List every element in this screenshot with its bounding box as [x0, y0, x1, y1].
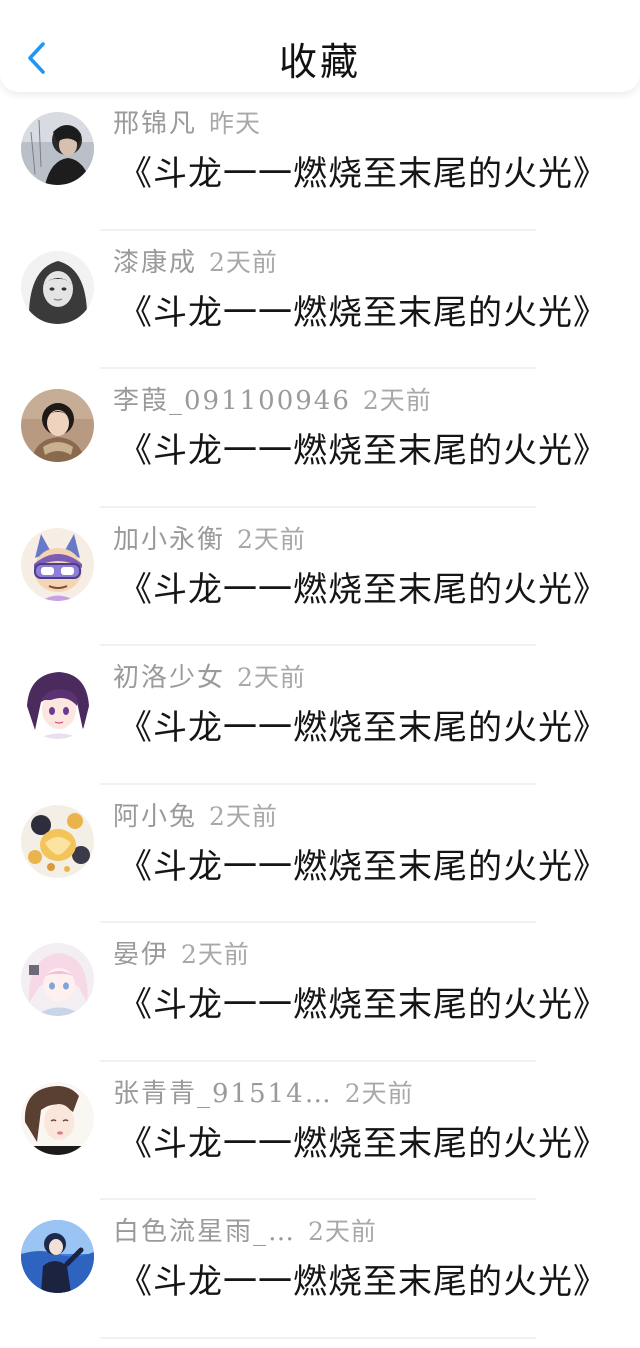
list-item[interactable]: 晏伊 2天前 《斗龙一一燃烧至末尾的火光》 [0, 923, 640, 1062]
user-meta: 加小永衡 2天前 [113, 522, 306, 558]
list-item[interactable]: 初洛少女 2天前 《斗龙一一燃烧至末尾的火光》 [0, 646, 640, 785]
avatar[interactable] [21, 1220, 94, 1293]
book-title[interactable]: 《斗龙一一燃烧至末尾的火光》 [118, 289, 608, 337]
divider [100, 1336, 536, 1339]
username[interactable]: 加小永衡 [113, 525, 225, 555]
book-title[interactable]: 《斗龙一一燃烧至末尾的火光》 [118, 427, 608, 475]
username[interactable]: 阿小兔 [113, 802, 197, 832]
user-meta: 漆康成 2天前 [113, 245, 278, 281]
list-item[interactable]: 漆康成 2天前 《斗龙一一燃烧至末尾的火光》 [0, 231, 640, 369]
timestamp: 2天前 [237, 663, 306, 692]
avatar[interactable] [21, 112, 94, 185]
avatar[interactable] [21, 1081, 94, 1155]
user-meta: 白色流星雨_… 2天前 [113, 1214, 377, 1250]
list-item[interactable]: 白色流星雨_… 2天前 《斗龙一一燃烧至末尾的火光》 [0, 1200, 640, 1339]
list-item[interactable]: 邢锦凡 昨天 《斗龙一一燃烧至末尾的火光》 [0, 92, 640, 231]
username[interactable]: 张青青_91514… [113, 1079, 333, 1109]
user-meta: 初洛少女 2天前 [113, 660, 306, 696]
list-item[interactable]: 加小永衡 2天前 《斗龙一一燃烧至末尾的火光》 [0, 508, 640, 646]
timestamp: 昨天 [209, 109, 262, 138]
avatar[interactable] [21, 804, 94, 878]
avatar[interactable] [21, 389, 94, 462]
timestamp: 2天前 [362, 386, 432, 415]
username[interactable]: 邢锦凡 [113, 109, 197, 139]
timestamp: 2天前 [237, 524, 306, 554]
avatar[interactable] [21, 666, 94, 739]
book-title[interactable]: 《斗龙一一燃烧至末尾的火光》 [118, 1258, 608, 1306]
username[interactable]: 晏伊 [113, 940, 169, 970]
book-title[interactable]: 《斗龙一一燃烧至末尾的火光》 [118, 150, 608, 198]
avatar[interactable] [21, 943, 94, 1016]
timestamp: 2天前 [181, 940, 250, 969]
username[interactable]: 白色流星雨_… [113, 1217, 296, 1247]
user-meta: 邢锦凡 昨天 [113, 106, 261, 142]
username[interactable]: 李葭_091100946 [113, 386, 351, 416]
user-meta: 李葭_091100946 2天前 [113, 383, 432, 419]
avatar[interactable] [21, 527, 94, 601]
book-title[interactable]: 《斗龙一一燃烧至末尾的火光》 [118, 704, 608, 752]
timestamp: 2天前 [209, 247, 278, 277]
book-title[interactable]: 《斗龙一一燃烧至末尾的火光》 [118, 566, 608, 614]
top-bar: 收藏 [0, 0, 640, 92]
timestamp: 2天前 [308, 1217, 377, 1246]
user-meta: 阿小兔 2天前 [113, 799, 278, 835]
list-item[interactable]: 阿小兔 2天前 《斗龙一一燃烧至末尾的火光》 [0, 785, 640, 923]
favorites-list: 邢锦凡 昨天 《斗龙一一燃烧至末尾的火光》 漆康成 2天前 《斗龙一一燃烧至末尾的火… [0, 92, 640, 1339]
timestamp: 2天前 [209, 801, 278, 831]
list-item[interactable]: 张青青_91514… 2天前 《斗龙一一燃烧至末尾的火光》 [0, 1062, 640, 1200]
user-meta: 张青青_91514… 2天前 [113, 1076, 414, 1112]
book-title[interactable]: 《斗龙一一燃烧至末尾的火光》 [118, 843, 608, 891]
avatar[interactable] [21, 250, 94, 324]
book-title[interactable]: 《斗龙一一燃烧至末尾的火光》 [118, 1120, 608, 1168]
username[interactable]: 初洛少女 [113, 663, 225, 693]
user-meta: 晏伊 2天前 [113, 937, 250, 973]
list-item[interactable]: 李葭_091100946 2天前 《斗龙一一燃烧至末尾的火光》 [0, 369, 640, 508]
book-title[interactable]: 《斗龙一一燃烧至末尾的火光》 [118, 981, 608, 1029]
timestamp: 2天前 [344, 1078, 414, 1108]
username[interactable]: 漆康成 [113, 248, 197, 278]
page-title: 收藏 [278, 40, 361, 84]
